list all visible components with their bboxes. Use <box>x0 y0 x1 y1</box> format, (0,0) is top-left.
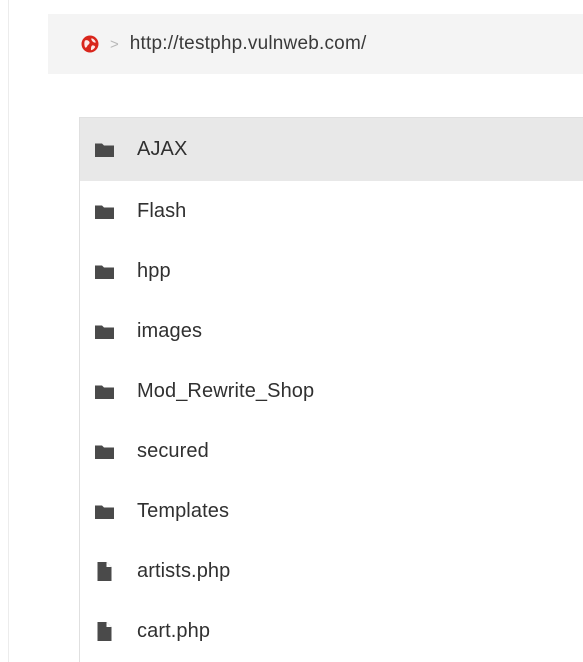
folder-icon <box>94 441 115 462</box>
list-item-ajax[interactable]: AJAX <box>80 118 583 181</box>
list-item-hpp[interactable]: hpp <box>80 241 583 301</box>
list-item-label: artists.php <box>137 559 231 582</box>
globe-icon <box>81 35 99 53</box>
list-item-artists-php[interactable]: artists.php <box>80 541 583 601</box>
file-icon <box>94 621 115 642</box>
breadcrumb: > http://testphp.vulnweb.com/ <box>48 14 583 74</box>
folder-icon <box>94 261 115 282</box>
list-item-label: cart.php <box>137 619 211 642</box>
breadcrumb-separator: > <box>110 35 119 53</box>
folder-icon <box>94 501 115 522</box>
left-border <box>8 0 9 662</box>
list-item-label: AJAX <box>137 138 188 160</box>
list-item-cart-php[interactable]: cart.php <box>80 601 583 661</box>
list-item-label: secured <box>137 439 209 462</box>
list-item-label: Flash <box>137 199 187 222</box>
list-item-images[interactable]: images <box>80 301 583 361</box>
list-item-flash[interactable]: Flash <box>80 181 583 241</box>
list-item-label: Mod_Rewrite_Shop <box>137 379 315 402</box>
list-item-secured[interactable]: secured <box>80 421 583 481</box>
list-item-templates[interactable]: Templates <box>80 481 583 541</box>
list-item-label: images <box>137 319 203 342</box>
folder-icon <box>94 381 115 402</box>
folder-icon <box>94 201 115 222</box>
directory-listing-page: > http://testphp.vulnweb.com/ AJAX Flash… <box>0 0 583 662</box>
file-list: AJAX Flash hpp images Mod_Rewrite_Shop s… <box>79 117 583 662</box>
list-item-label: Templates <box>137 499 230 522</box>
folder-icon <box>94 321 115 342</box>
file-icon <box>94 561 115 582</box>
breadcrumb-url-link[interactable]: http://testphp.vulnweb.com/ <box>130 33 367 55</box>
list-item-label: hpp <box>137 259 171 282</box>
list-item-mod-rewrite-shop[interactable]: Mod_Rewrite_Shop <box>80 361 583 421</box>
folder-icon <box>94 139 115 160</box>
